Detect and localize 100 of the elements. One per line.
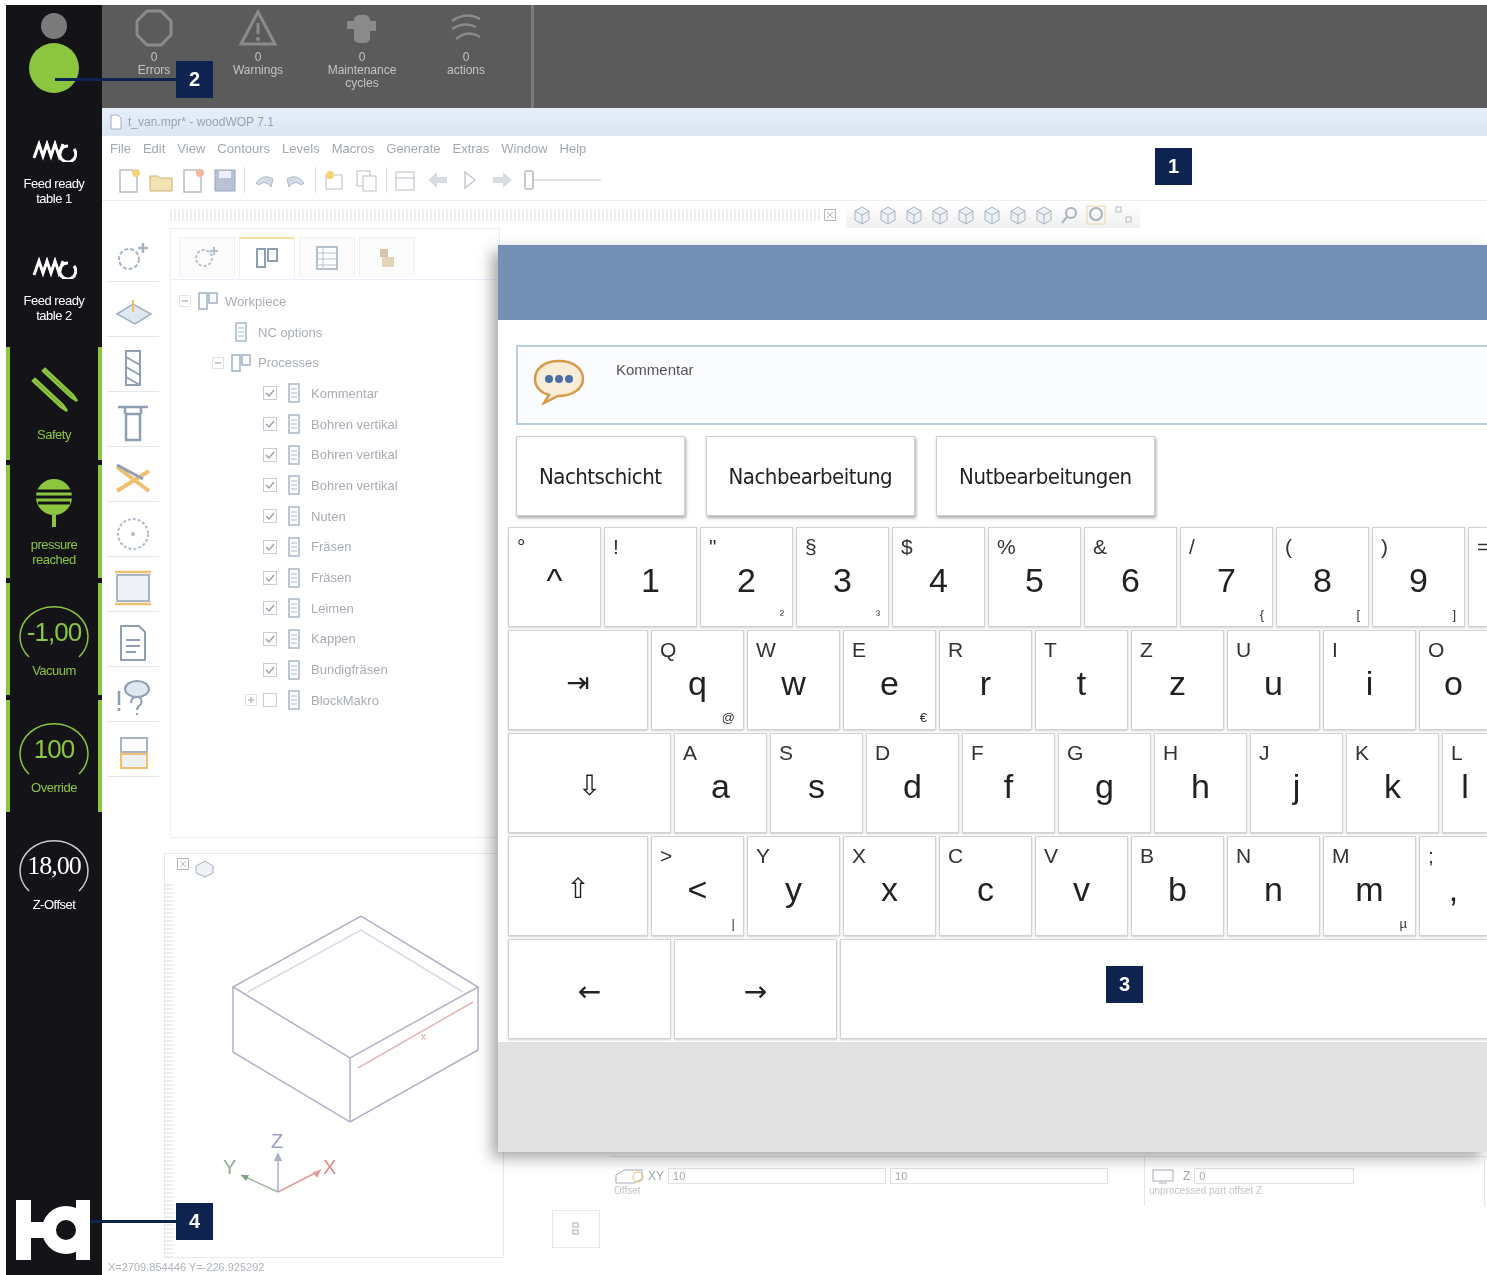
new-file-icon[interactable]: [116, 166, 142, 194]
keyboard-key[interactable]: A a: [674, 733, 767, 833]
keyboard-key[interactable]: F f: [962, 733, 1055, 833]
keyboard-key[interactable]: K k: [1346, 733, 1439, 833]
space-key[interactable]: [840, 939, 1487, 1039]
checkbox[interactable]: [263, 386, 277, 401]
callout-number: 3: [1106, 966, 1143, 1003]
save-icon[interactable]: [212, 166, 238, 194]
cube-view-icon[interactable]: [1008, 204, 1028, 225]
tree-item-label: Kappen: [311, 631, 356, 647]
cube-view-icon[interactable]: [904, 204, 924, 225]
status-count: 0: [462, 51, 470, 64]
keyboard-key[interactable]: V v: [1035, 836, 1128, 936]
close-icon[interactable]: [177, 858, 189, 870]
y-axis-arrow: [240, 1174, 279, 1193]
callout-number: 1: [1155, 148, 1192, 185]
expand-icon[interactable]: [245, 694, 257, 707]
keyboard-key[interactable]: D d: [866, 733, 959, 833]
keyboard-key[interactable]: % 5: [988, 527, 1081, 627]
keyboard-key[interactable]: G g: [1058, 733, 1151, 833]
keyboard-key[interactable]: R r: [939, 630, 1032, 730]
checkbox[interactable]: [263, 509, 277, 524]
zoom-icon[interactable]: [1060, 204, 1080, 225]
preset-button[interactable]: Nutbearbeitungen: [936, 436, 1155, 516]
keyboard-key[interactable]: M m µ: [1323, 836, 1416, 936]
keyboard-key[interactable]: N n: [1227, 836, 1320, 936]
keyboard-key[interactable]: / 7 {: [1180, 527, 1273, 627]
keyboard-key[interactable]: Q q @: [651, 630, 744, 730]
zoom-fit-icon[interactable]: [1086, 204, 1106, 225]
keyboard-key[interactable]: ( 8 [: [1276, 527, 1369, 627]
checkbox[interactable]: [263, 570, 277, 585]
new-file-icon[interactable]: [180, 166, 206, 194]
tree-item-label: Leimen: [311, 600, 354, 616]
zoom-slider[interactable]: [521, 169, 601, 191]
tree-item-label: Fräsen: [311, 539, 352, 555]
keyboard-key[interactable]: T t: [1035, 630, 1128, 730]
keyboard-key[interactable]: B b: [1131, 836, 1224, 936]
tree-item-label: Bohren vertikal: [311, 477, 398, 493]
keyboard-key[interactable]: ° ^: [508, 527, 601, 627]
slider-thumb[interactable]: [524, 170, 534, 190]
small-toggle-button[interactable]: [552, 1210, 600, 1248]
panel-tab[interactable]: [359, 237, 415, 277]
check-icon: [265, 388, 275, 399]
checkbox[interactable]: [263, 478, 277, 493]
checkbox[interactable]: [263, 631, 277, 646]
keyboard-key[interactable]: I i: [1323, 630, 1416, 730]
feed-wave-icon: [31, 257, 77, 279]
cube-view-icon[interactable]: [1034, 204, 1054, 225]
cube-view-icon[interactable]: [852, 204, 872, 225]
keyboard-key[interactable]: ) 9 ]: [1372, 527, 1465, 627]
keyboard-key[interactable]: C c: [939, 836, 1032, 936]
grid-snap-icon[interactable]: [1112, 204, 1134, 225]
keyboard-key[interactable]: ←: [508, 939, 671, 1039]
keyboard-key[interactable]: ; ,: [1419, 836, 1487, 936]
preset-button[interactable]: Nachtschicht: [516, 436, 685, 516]
keyboard-key[interactable]: ! 1: [604, 527, 697, 627]
axis-label: Y: [223, 1156, 237, 1178]
keyboard-key[interactable]: & 6: [1084, 527, 1177, 627]
keyboard-key[interactable]: →: [674, 939, 837, 1039]
keyboard-key[interactable]: " 2 ²: [700, 527, 793, 627]
cube-view-icon[interactable]: [982, 204, 1002, 225]
indicator-label: Safety: [36, 427, 73, 442]
panel-tab[interactable]: [299, 237, 355, 277]
close-icon[interactable]: [824, 208, 836, 221]
panel-tab[interactable]: [239, 237, 295, 279]
collapse-icon[interactable]: [179, 295, 191, 308]
checkbox[interactable]: [263, 539, 277, 554]
keyboard-key[interactable]: > < |: [651, 836, 744, 936]
keyboard-key[interactable]: § 3 ³: [796, 527, 889, 627]
cube-view-icon[interactable]: [193, 858, 215, 878]
keyboard-key[interactable]: Z z: [1131, 630, 1224, 730]
checkbox[interactable]: [263, 662, 277, 677]
keyboard-key[interactable]: U u: [1227, 630, 1320, 730]
cube-view-icon[interactable]: [930, 204, 950, 225]
collapse-icon[interactable]: [212, 356, 224, 369]
keyboard-key[interactable]: L l: [1442, 733, 1487, 833]
keyboard-key[interactable]: J j: [1250, 733, 1343, 833]
preset-button[interactable]: Nachbearbeitung: [705, 436, 916, 516]
status-label: Errors: [137, 64, 171, 77]
keyboard-key[interactable]: $ 4: [892, 527, 985, 627]
keyboard-key[interactable]: H h: [1154, 733, 1247, 833]
cube-view-icon[interactable]: [956, 204, 976, 225]
keyboard-key[interactable]: ⇧: [508, 836, 648, 936]
keyboard-key[interactable]: Y y: [747, 836, 840, 936]
keyboard-key[interactable]: ⇩: [508, 733, 671, 833]
check-icon: [265, 572, 275, 583]
keyboard-key[interactable]: S s: [770, 733, 863, 833]
keyboard-key[interactable]: O o: [1419, 630, 1487, 730]
keyboard-key[interactable]: E e €: [843, 630, 936, 730]
cube-view-icon[interactable]: [878, 204, 898, 225]
checkbox[interactable]: [263, 693, 277, 708]
keyboard-key[interactable]: X x: [843, 836, 936, 936]
tree-item-label: Processes: [258, 355, 319, 371]
checkbox[interactable]: [263, 447, 277, 462]
keyboard-key[interactable]: W w: [747, 630, 840, 730]
panel-tab[interactable]: [179, 237, 235, 277]
checkbox[interactable]: [263, 417, 277, 432]
comment-field[interactable]: Kommentar: [516, 345, 1487, 425]
checkbox[interactable]: [263, 601, 277, 616]
keyboard-key[interactable]: ⇥: [508, 630, 648, 730]
